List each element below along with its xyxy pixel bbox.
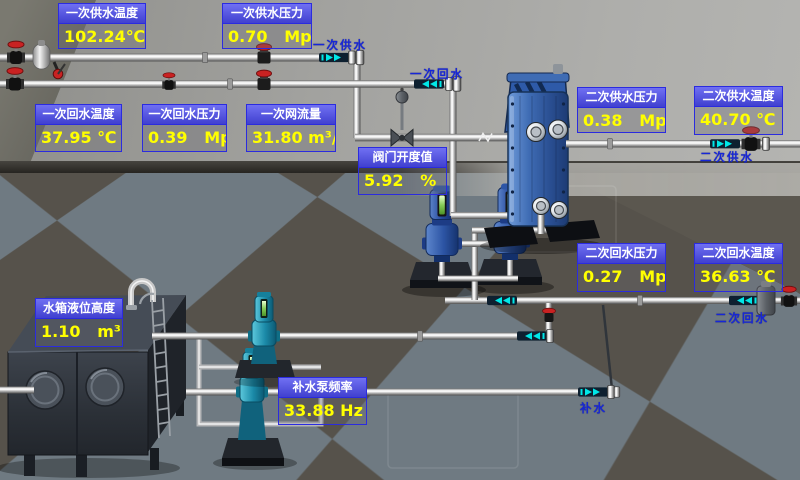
- valve-opening-value: 5.92 %: [359, 168, 446, 194]
- flow-arrows-primary-supply: [319, 53, 349, 62]
- motorized-control-valve: [391, 88, 413, 146]
- primary-return-control-valve: [257, 70, 272, 90]
- panel-tank-level: 水箱液位高度 1.10 m³: [35, 298, 123, 347]
- tank-level-value: 1.10 m³: [36, 319, 122, 346]
- panel-makeup-pump-freq: 补水泵频率 33.88 Hz: [278, 377, 367, 425]
- flow-arrows-tank-feed: [517, 331, 547, 340]
- secondary-return-pressure-value: 0.27 Mpa: [578, 264, 665, 291]
- panel-valve-opening: 阀门开度值 5.92 %: [358, 147, 447, 195]
- primary-return-pressure-label: 一次回水压力: [143, 105, 226, 125]
- pipe-label-primary-supply: 一次供水: [313, 37, 367, 53]
- drain-valve: [53, 62, 65, 79]
- hx-port: [527, 123, 546, 142]
- tank-feed-pipe: [152, 330, 554, 343]
- panel-primary-return-temp: 一次回水温度 37.95 ℃: [35, 104, 122, 152]
- tank-drain-valve: [543, 308, 556, 314]
- panel-secondary-supply-temp: 二次供水温度 40.70 ℃: [694, 86, 783, 135]
- makeup-pump-freq-label: 补水泵频率: [279, 378, 366, 398]
- hx-port: [549, 120, 568, 139]
- secondary-return-valve: [781, 286, 797, 307]
- primary-return-temp-label: 一次回水温度: [36, 105, 121, 125]
- panel-secondary-return-temp: 二次回水温度 36.63 ℃: [694, 243, 783, 292]
- air-separator: [33, 40, 50, 69]
- panel-primary-supply-temp: 一次供水温度 102.24℃: [58, 3, 146, 49]
- secondary-supply-temp-label: 二次供水温度: [695, 87, 782, 107]
- primary-return-pressure-value: 0.39 Mpa: [143, 125, 226, 151]
- primary-return-outlet-valve: [6, 68, 24, 91]
- pipe-label-secondary-supply: 二次供水: [700, 149, 754, 165]
- flow-arrows-secondary-return-left: [487, 296, 517, 305]
- secondary-return-temp-value: 36.63 ℃: [695, 264, 782, 291]
- secondary-supply-temp-value: 40.70 ℃: [695, 107, 782, 134]
- flow-arrows-makeup: [578, 387, 608, 396]
- flow-arrows-secondary-return-right: [729, 296, 759, 305]
- pipe-label-secondary-return: 二次回水: [715, 310, 769, 326]
- primary-supply-pressure-label: 一次供水压力: [223, 4, 311, 24]
- panel-secondary-supply-pressure: 二次供水压力 0.38 Mpa: [577, 87, 666, 133]
- secondary-supply-pressure-value: 0.38 Mpa: [578, 108, 665, 132]
- tank-manhole: [86, 368, 124, 406]
- hx-port: [551, 202, 568, 219]
- hmi-heat-station-screen: 一次供水 一次回水 二次供水 二次回水 补水 一次供水温度 102.24℃ 一次…: [0, 0, 800, 480]
- tank-level-label: 水箱液位高度: [36, 299, 122, 319]
- primary-return-temp-value: 37.95 ℃: [36, 125, 121, 151]
- pipe-label-makeup-water: 补水: [580, 400, 607, 416]
- makeup-injection-riser: [603, 305, 612, 389]
- primary-return-drain-valve: [162, 73, 176, 90]
- primary-supply-temp-value: 102.24℃: [59, 24, 145, 48]
- piping-diagram: [0, 0, 800, 480]
- secondary-return-temp-label: 二次回水温度: [695, 244, 782, 264]
- pipe-label-primary-return: 一次回水: [410, 66, 464, 82]
- panel-primary-return-pressure: 一次回水压力 0.39 Mpa: [142, 104, 227, 152]
- panel-primary-supply-pressure: 一次供水压力 0.70 Mpa: [222, 3, 312, 49]
- primary-supply-pressure-value: 0.70 Mpa: [223, 24, 311, 48]
- hx-port: [533, 198, 550, 215]
- makeup-line-front-segment: [0, 387, 34, 394]
- secondary-supply-pressure-label: 二次供水压力: [578, 88, 665, 108]
- primary-return-pipe: [0, 68, 461, 92]
- makeup-pump-freq-value: 33.88 Hz: [279, 398, 366, 424]
- primary-supply-temp-label: 一次供水温度: [59, 4, 145, 24]
- panel-secondary-return-pressure: 二次回水压力 0.27 Mpa: [577, 243, 666, 292]
- primary-flow-value: 31.80 m³/h: [247, 125, 335, 151]
- flow-arrows-secondary-supply: [710, 139, 740, 148]
- makeup-pump-1-body: [248, 292, 280, 346]
- primary-supply-inlet-valve: [7, 41, 25, 64]
- secondary-return-pressure-label: 二次回水压力: [578, 244, 665, 264]
- valve-opening-label: 阀门开度值: [359, 148, 446, 168]
- primary-flow-label: 一次网流量: [247, 105, 335, 125]
- panel-primary-flow: 一次网流量 31.80 m³/h: [246, 104, 336, 152]
